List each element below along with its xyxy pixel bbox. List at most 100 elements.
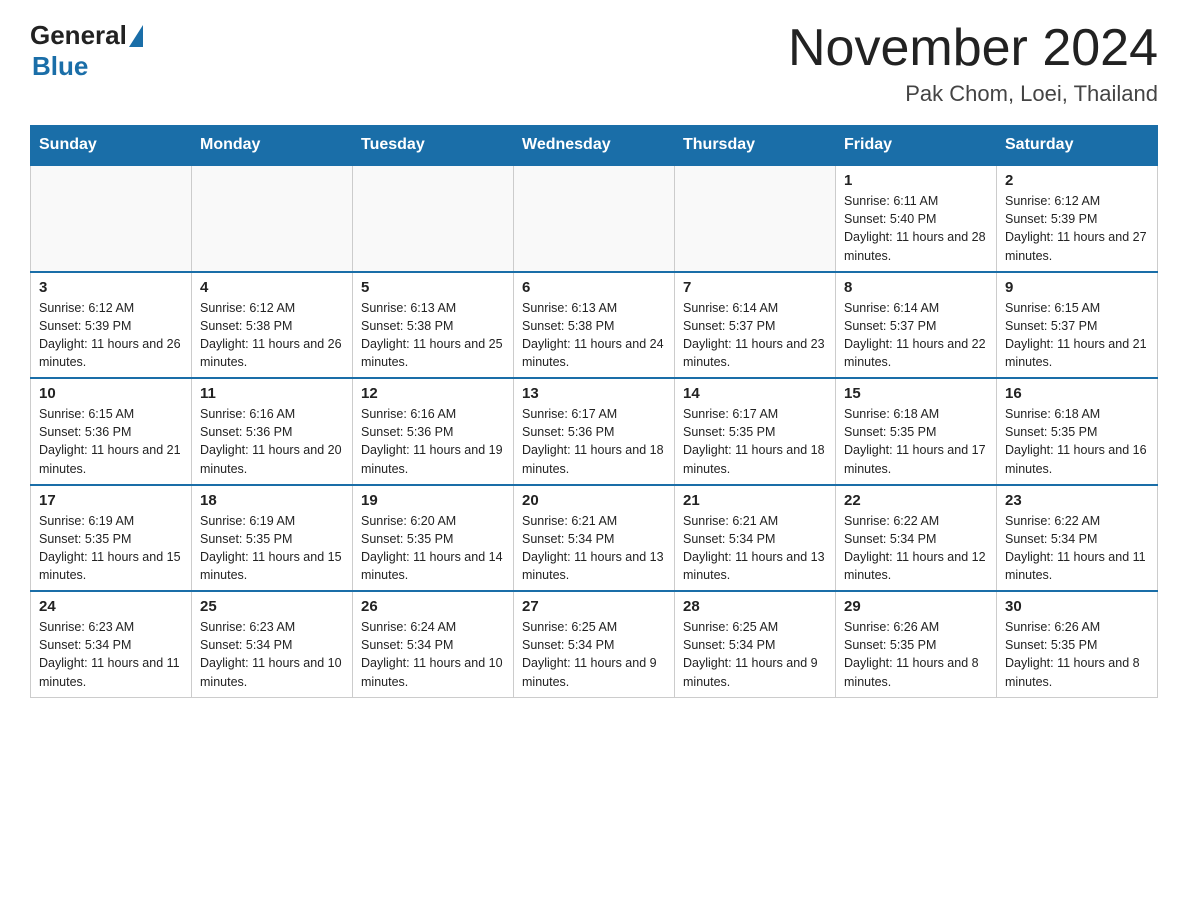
calendar-cell: 19 Sunrise: 6:20 AM Sunset: 5:35 PM Dayli… (353, 485, 514, 592)
calendar-cell: 8 Sunrise: 6:14 AM Sunset: 5:37 PM Daylig… (836, 272, 997, 379)
day-number: 22 (844, 492, 988, 509)
day-number: 16 (1005, 385, 1149, 402)
day-info: Sunrise: 6:21 AM Sunset: 5:34 PM Dayligh… (683, 512, 827, 585)
day-info: Sunrise: 6:14 AM Sunset: 5:37 PM Dayligh… (844, 299, 988, 372)
weekday-header-thursday: Thursday (675, 126, 836, 166)
weekday-header-friday: Friday (836, 126, 997, 166)
weekday-header-monday: Monday (192, 126, 353, 166)
calendar-cell: 9 Sunrise: 6:15 AM Sunset: 5:37 PM Daylig… (997, 272, 1158, 379)
title-section: November 2024 Pak Chom, Loei, Thailand (788, 20, 1158, 107)
logo-general-text: General (30, 20, 127, 51)
day-info: Sunrise: 6:23 AM Sunset: 5:34 PM Dayligh… (200, 618, 344, 691)
day-number: 23 (1005, 492, 1149, 509)
page-header: General Blue November 2024 Pak Chom, Loe… (30, 20, 1158, 107)
logo: General Blue (30, 20, 143, 82)
logo-triangle-icon (129, 25, 143, 47)
day-info: Sunrise: 6:24 AM Sunset: 5:34 PM Dayligh… (361, 618, 505, 691)
weekday-header-row: SundayMondayTuesdayWednesdayThursdayFrid… (31, 126, 1158, 166)
calendar-cell: 15 Sunrise: 6:18 AM Sunset: 5:35 PM Dayli… (836, 378, 997, 485)
weekday-header-saturday: Saturday (997, 126, 1158, 166)
calendar-week-row: 24 Sunrise: 6:23 AM Sunset: 5:34 PM Dayli… (31, 591, 1158, 697)
day-info: Sunrise: 6:25 AM Sunset: 5:34 PM Dayligh… (683, 618, 827, 691)
day-info: Sunrise: 6:23 AM Sunset: 5:34 PM Dayligh… (39, 618, 183, 691)
day-number: 5 (361, 279, 505, 296)
day-info: Sunrise: 6:11 AM Sunset: 5:40 PM Dayligh… (844, 192, 988, 265)
day-info: Sunrise: 6:12 AM Sunset: 5:39 PM Dayligh… (39, 299, 183, 372)
calendar-cell (675, 165, 836, 272)
calendar-cell: 4Sunrise: 6:12 AM Sunset: 5:38 PM Daylig… (192, 272, 353, 379)
calendar-cell: 7 Sunrise: 6:14 AM Sunset: 5:37 PM Daylig… (675, 272, 836, 379)
day-info: Sunrise: 6:25 AM Sunset: 5:34 PM Dayligh… (522, 618, 666, 691)
day-info: Sunrise: 6:18 AM Sunset: 5:35 PM Dayligh… (1005, 405, 1149, 478)
calendar-cell: 25 Sunrise: 6:23 AM Sunset: 5:34 PM Dayli… (192, 591, 353, 697)
day-info: Sunrise: 6:14 AM Sunset: 5:37 PM Dayligh… (683, 299, 827, 372)
day-number: 24 (39, 598, 183, 615)
day-number: 2 (1005, 172, 1149, 189)
day-number: 20 (522, 492, 666, 509)
day-number: 1 (844, 172, 988, 189)
calendar-cell (31, 165, 192, 272)
weekday-header-wednesday: Wednesday (514, 126, 675, 166)
calendar-cell (192, 165, 353, 272)
day-info: Sunrise: 6:26 AM Sunset: 5:35 PM Dayligh… (1005, 618, 1149, 691)
day-number: 13 (522, 385, 666, 402)
calendar-cell: 20 Sunrise: 6:21 AM Sunset: 5:34 PM Dayli… (514, 485, 675, 592)
calendar-cell: 30 Sunrise: 6:26 AM Sunset: 5:35 PM Dayli… (997, 591, 1158, 697)
day-number: 9 (1005, 279, 1149, 296)
calendar-cell: 17 Sunrise: 6:19 AM Sunset: 5:35 PM Dayli… (31, 485, 192, 592)
calendar-cell: 23Sunrise: 6:22 AM Sunset: 5:34 PM Dayli… (997, 485, 1158, 592)
day-number: 17 (39, 492, 183, 509)
day-info: Sunrise: 6:13 AM Sunset: 5:38 PM Dayligh… (522, 299, 666, 372)
day-number: 25 (200, 598, 344, 615)
day-number: 8 (844, 279, 988, 296)
calendar-cell: 12Sunrise: 6:16 AM Sunset: 5:36 PM Dayli… (353, 378, 514, 485)
day-number: 14 (683, 385, 827, 402)
day-number: 7 (683, 279, 827, 296)
calendar-cell: 2 Sunrise: 6:12 AM Sunset: 5:39 PM Daylig… (997, 165, 1158, 272)
calendar-header: SundayMondayTuesdayWednesdayThursdayFrid… (31, 126, 1158, 166)
day-info: Sunrise: 6:15 AM Sunset: 5:36 PM Dayligh… (39, 405, 183, 478)
day-number: 18 (200, 492, 344, 509)
calendar-cell: 13 Sunrise: 6:17 AM Sunset: 5:36 PM Dayli… (514, 378, 675, 485)
calendar-cell: 1 Sunrise: 6:11 AM Sunset: 5:40 PM Daylig… (836, 165, 997, 272)
day-info: Sunrise: 6:22 AM Sunset: 5:34 PM Dayligh… (844, 512, 988, 585)
day-info: Sunrise: 6:18 AM Sunset: 5:35 PM Dayligh… (844, 405, 988, 478)
day-info: Sunrise: 6:12 AM Sunset: 5:39 PM Dayligh… (1005, 192, 1149, 265)
day-number: 19 (361, 492, 505, 509)
calendar-cell (353, 165, 514, 272)
location-subtitle: Pak Chom, Loei, Thailand (788, 81, 1158, 107)
calendar-week-row: 10 Sunrise: 6:15 AM Sunset: 5:36 PM Dayli… (31, 378, 1158, 485)
day-info: Sunrise: 6:20 AM Sunset: 5:35 PM Dayligh… (361, 512, 505, 585)
logo-blue-text: Blue (32, 51, 88, 82)
day-number: 10 (39, 385, 183, 402)
day-number: 11 (200, 385, 344, 402)
calendar-cell: 10 Sunrise: 6:15 AM Sunset: 5:36 PM Dayli… (31, 378, 192, 485)
calendar-cell: 29Sunrise: 6:26 AM Sunset: 5:35 PM Dayli… (836, 591, 997, 697)
day-number: 30 (1005, 598, 1149, 615)
calendar-cell: 28Sunrise: 6:25 AM Sunset: 5:34 PM Dayli… (675, 591, 836, 697)
calendar-table: SundayMondayTuesdayWednesdayThursdayFrid… (30, 125, 1158, 698)
day-info: Sunrise: 6:17 AM Sunset: 5:35 PM Dayligh… (683, 405, 827, 478)
weekday-header-tuesday: Tuesday (353, 126, 514, 166)
day-number: 21 (683, 492, 827, 509)
calendar-cell: 22 Sunrise: 6:22 AM Sunset: 5:34 PM Dayli… (836, 485, 997, 592)
month-year-title: November 2024 (788, 20, 1158, 77)
day-info: Sunrise: 6:19 AM Sunset: 5:35 PM Dayligh… (39, 512, 183, 585)
calendar-week-row: 17 Sunrise: 6:19 AM Sunset: 5:35 PM Dayli… (31, 485, 1158, 592)
calendar-body: 1 Sunrise: 6:11 AM Sunset: 5:40 PM Daylig… (31, 165, 1158, 697)
day-number: 27 (522, 598, 666, 615)
day-number: 15 (844, 385, 988, 402)
calendar-cell: 14 Sunrise: 6:17 AM Sunset: 5:35 PM Dayli… (675, 378, 836, 485)
day-info: Sunrise: 6:21 AM Sunset: 5:34 PM Dayligh… (522, 512, 666, 585)
calendar-week-row: 3Sunrise: 6:12 AM Sunset: 5:39 PM Daylig… (31, 272, 1158, 379)
calendar-cell: 26Sunrise: 6:24 AM Sunset: 5:34 PM Dayli… (353, 591, 514, 697)
calendar-cell: 18Sunrise: 6:19 AM Sunset: 5:35 PM Dayli… (192, 485, 353, 592)
day-number: 6 (522, 279, 666, 296)
calendar-cell: 16 Sunrise: 6:18 AM Sunset: 5:35 PM Dayli… (997, 378, 1158, 485)
day-info: Sunrise: 6:12 AM Sunset: 5:38 PM Dayligh… (200, 299, 344, 372)
calendar-cell: 5 Sunrise: 6:13 AM Sunset: 5:38 PM Daylig… (353, 272, 514, 379)
day-info: Sunrise: 6:15 AM Sunset: 5:37 PM Dayligh… (1005, 299, 1149, 372)
day-info: Sunrise: 6:13 AM Sunset: 5:38 PM Dayligh… (361, 299, 505, 372)
calendar-week-row: 1 Sunrise: 6:11 AM Sunset: 5:40 PM Daylig… (31, 165, 1158, 272)
day-info: Sunrise: 6:17 AM Sunset: 5:36 PM Dayligh… (522, 405, 666, 478)
